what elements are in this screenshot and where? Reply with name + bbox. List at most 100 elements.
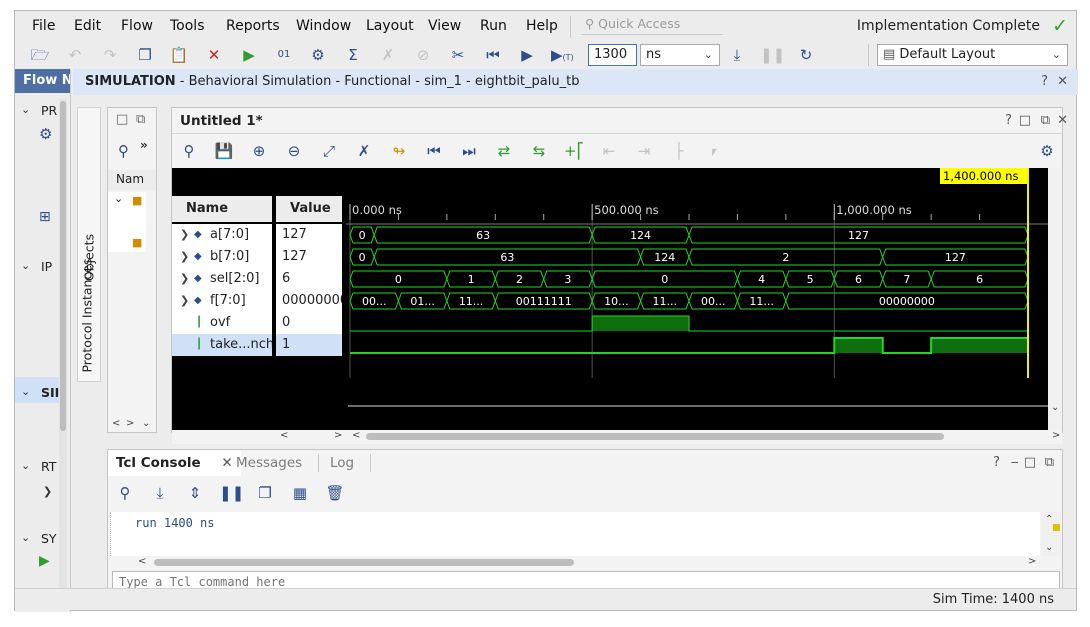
signal-row-take-branch[interactable]: ┃ take...nch [172,334,272,356]
go-to-end-icon[interactable]: ⏭ [458,140,480,162]
waveform-canvas[interactable]: 0.000 ns 500.000 ns 1,000.000 ns0 63 124 1270… [346,168,1048,416]
time-unit-select[interactable]: ns ⌄ [640,44,720,66]
chevron-down-icon[interactable]: ⌄ [21,459,30,472]
pause-output-icon[interactable]: ❚❚ [219,482,244,504]
menu-flow[interactable]: Flow [121,18,153,34]
restart-icon[interactable]: ⏮ [482,44,504,66]
flow-section-simulation[interactable]: SII [41,385,59,400]
expand-all-icon[interactable]: ⇕ [184,482,206,504]
step-icon[interactable]: ⤓ [726,44,748,66]
settings-gear-icon[interactable]: ⚙ [1036,140,1058,162]
close-icon[interactable]: ✕ [1057,69,1068,95]
trash-icon[interactable]: 🗑 [324,482,346,504]
menu-run[interactable]: Run [480,18,507,34]
help-icon[interactable]: ? [1005,113,1012,128]
chevron-down-icon[interactable]: ⌄ [1045,542,1053,553]
flow-section-synthesis[interactable]: SY [41,531,57,546]
more-icon[interactable]: » [140,138,148,152]
save-icon[interactable]: 💾 [213,140,235,162]
cursor-icon[interactable]: ✗ [353,140,375,162]
collapse-all-icon[interactable]: ⤓ [149,482,171,504]
menu-window[interactable]: Window [296,18,351,34]
table-icon[interactable]: ▦ [289,482,311,504]
tab-tcl-console[interactable]: Tcl Console ✕ [108,450,241,476]
chevron-down-icon[interactable]: ⌄ [142,418,150,429]
delete-markers-icon[interactable]: ⎖ [703,140,725,162]
search-icon[interactable]: ⚲ [178,140,200,162]
menu-edit[interactable]: Edit [74,18,101,34]
next-marker-icon[interactable]: ⇥ [633,140,655,162]
maximize-icon[interactable]: □ [1024,455,1036,470]
run-icon[interactable]: ▶ [238,44,260,66]
scroll-left-icon[interactable]: < [138,556,146,567]
scroll-left-icon[interactable]: < [352,430,360,441]
scroll-right-icon[interactable]: > [126,418,134,429]
tab-log[interactable]: Log [322,450,362,476]
signal-row-sel[interactable]: ❯ ◆ sel[2:0] [172,268,272,290]
scroll-right-icon[interactable]: > [334,430,342,441]
swap-cursors-icon[interactable]: ├ [668,140,690,162]
help-icon[interactable]: ? [993,455,1000,470]
search-icon[interactable]: ⚲ [114,482,136,504]
next-transition-icon[interactable]: ⇆ [528,140,550,162]
undo-icon[interactable]: ↶ [64,44,86,66]
chevron-right-icon[interactable]: ❯ [180,290,189,312]
menu-tools[interactable]: Tools [170,18,205,34]
scroll-left-icon[interactable]: < [280,430,288,441]
run-all-icon[interactable]: ▶ [516,44,538,66]
chevron-down-icon[interactable]: ⌄ [114,192,123,205]
chevron-right-icon[interactable]: ❯ [43,485,52,498]
minimize-icon[interactable]: ⎯ [1012,455,1019,470]
scroll-right-icon[interactable]: > [1028,556,1036,567]
previous-marker-icon[interactable]: ⇤ [598,140,620,162]
pause-icon[interactable]: ❚❚ [760,44,785,66]
add-marker-plus-icon[interactable]: +⎡ [563,140,585,162]
restore-icon[interactable]: ⧉ [1045,455,1054,470]
wave-scroll-thumb[interactable] [366,433,944,440]
flow-section-project[interactable]: PR [41,103,57,118]
slash-icon[interactable]: ⊘ [412,44,434,66]
zoom-fit-icon[interactable]: ⤢ [318,140,340,162]
flow-scrollbar[interactable] [59,99,67,604]
zoom-out-icon[interactable]: ⊖ [283,140,305,162]
flow-scroll-thumb[interactable] [60,101,66,431]
menu-file[interactable]: File [32,18,55,34]
chevron-down-icon[interactable]: ⌄ [21,531,30,544]
chevron-right-icon[interactable]: ❯ [180,246,189,268]
delete-icon[interactable]: ✕ [203,44,225,66]
tab-messages[interactable]: Messages [228,450,310,476]
run-synthesis-icon[interactable]: ▶ [39,553,50,569]
signal-row-f[interactable]: ❯ ◆ f[7:0] [172,290,272,312]
menu-layout[interactable]: Layout [366,18,414,34]
previous-transition-icon[interactable]: ⇄ [493,140,515,162]
chevron-right-icon[interactable]: ❯ [180,224,189,246]
search-icon[interactable]: ⚲ [118,142,129,160]
restore-icon[interactable]: ⧉ [1041,113,1050,128]
program-binary-icon[interactable]: 01 [273,44,295,66]
go-to-start-icon[interactable]: ⏮ [423,140,445,162]
copy-icon[interactable]: ❐ [134,44,156,66]
copy-icon[interactable]: ❐ [254,482,276,504]
signal-row-a[interactable]: ❯ ◆ a[7:0] [172,224,272,246]
relaunch-icon[interactable]: ↻ [795,44,817,66]
zoom-in-icon[interactable]: ⊕ [248,140,270,162]
close-icon[interactable]: ✕ [1057,113,1068,128]
flow-section-rtl[interactable]: RT [41,459,56,474]
quick-access-input[interactable]: ⚲ Quick Access [581,15,723,35]
minimize-icon[interactable]: □ [116,112,128,127]
scissors-icon[interactable]: ✂ [447,44,469,66]
flow-section-ip[interactable]: IP [41,259,52,274]
pin-icon[interactable]: ✗ [377,44,399,66]
console-vertical-scrollbar[interactable]: ⌃ ⌄ [1041,512,1061,556]
menu-view[interactable]: View [428,18,461,34]
settings-gear-icon[interactable]: ⚙ [307,44,329,66]
scroll-left-icon[interactable]: < [112,418,120,429]
maximize-icon[interactable]: □ [1019,113,1031,128]
console-scroll-thumb[interactable] [154,559,574,566]
help-icon[interactable]: ? [1041,69,1048,95]
tab-protocol-instances[interactable]: Protocol Instances [80,251,95,381]
console-horizontal-scrollbar[interactable]: < > [110,556,1040,568]
menu-reports[interactable]: Reports [226,18,280,34]
redo-icon[interactable]: ↷ [99,44,121,66]
chevron-down-icon[interactable]: ⌄ [21,385,30,398]
